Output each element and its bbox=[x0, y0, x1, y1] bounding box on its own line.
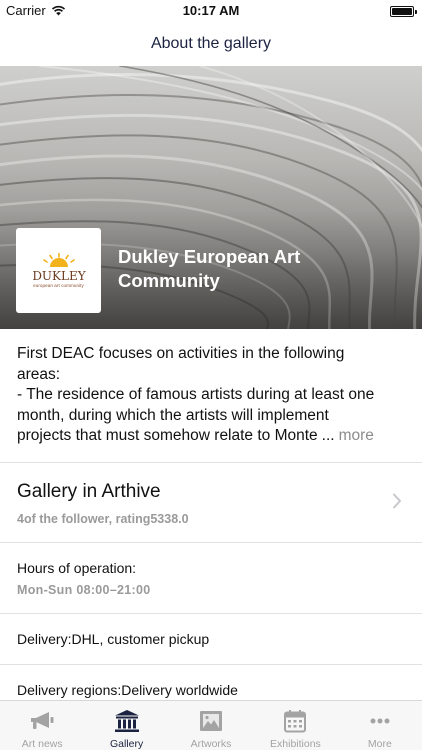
megaphone-icon bbox=[31, 712, 54, 729]
hours-label: Hours of operation: bbox=[17, 560, 137, 576]
tab-more[interactable]: More bbox=[338, 701, 422, 750]
description-last-line: projects that must somehow relate to Mon… bbox=[17, 426, 407, 447]
divider bbox=[0, 664, 422, 665]
picture-icon bbox=[200, 711, 223, 731]
page-title: About the gallery bbox=[150, 35, 272, 52]
divider bbox=[0, 613, 422, 614]
hours-value: Mon-Sun 08:00–21:00 bbox=[17, 583, 151, 597]
description-line: areas: bbox=[17, 365, 61, 383]
tab-gallery[interactable]: Gallery bbox=[84, 701, 168, 750]
description-line: - The residence of famous artists during… bbox=[17, 386, 375, 403]
tab-artworks[interactable]: Artworks bbox=[169, 701, 253, 750]
gallery-logo: DUKLEY european art community bbox=[16, 228, 101, 313]
arthive-stats: 4of the follower, rating5338.0 bbox=[17, 512, 189, 526]
gallery-description: First DEAC focuses on activities in the … bbox=[17, 344, 407, 447]
museum-icon bbox=[114, 710, 139, 732]
description-line: projects that must somehow relate to Mon… bbox=[17, 427, 318, 444]
clock: 10:17 AM bbox=[182, 3, 240, 18]
description-line: month, during which the artists will imp… bbox=[17, 406, 329, 424]
gallery-name-line1: Dukley European Art bbox=[118, 246, 301, 267]
description-line: First DEAC focuses on activities in the … bbox=[17, 345, 345, 362]
gallery-name-line2: Community bbox=[118, 270, 220, 291]
divider bbox=[0, 462, 422, 463]
arthive-title: Gallery in Arthive bbox=[17, 481, 161, 502]
more-link[interactable]: more bbox=[339, 426, 374, 447]
tab-label: Art news bbox=[21, 738, 63, 750]
tab-exhibitions[interactable]: Exhibitions bbox=[253, 701, 337, 750]
gallery-cover-image: DUKLEY european art community Dukley Eur… bbox=[0, 66, 422, 329]
description-ellipsis: ... bbox=[321, 427, 335, 444]
calendar-icon bbox=[284, 710, 307, 733]
divider bbox=[0, 542, 422, 543]
status-bar: Carrier 10:17 AM bbox=[0, 0, 422, 22]
tab-art-news[interactable]: Art news bbox=[0, 701, 84, 750]
delivery-info: Delivery:DHL, customer pickup bbox=[17, 631, 210, 647]
dukley-logo-icon: DUKLEY bbox=[32, 253, 86, 283]
battery-icon bbox=[390, 6, 417, 17]
delivery-regions-info: Delivery regions:Delivery worldwide bbox=[17, 682, 238, 698]
more-dots-icon bbox=[370, 718, 390, 724]
tab-label: Gallery bbox=[109, 738, 144, 750]
logo-tagline: european art community bbox=[33, 283, 84, 288]
tab-bar: Art news Gallery Artworks Exhibitions Mo… bbox=[0, 700, 422, 750]
tab-label: More bbox=[367, 738, 392, 750]
navigation-bar: About the gallery bbox=[0, 22, 422, 66]
tab-label: Exhibitions bbox=[270, 738, 321, 750]
chevron-right-icon bbox=[393, 493, 401, 509]
logo-word: DUKLEY bbox=[32, 269, 86, 283]
gallery-name: Dukley European Art Community bbox=[118, 245, 378, 293]
tab-label: Artworks bbox=[190, 738, 232, 750]
